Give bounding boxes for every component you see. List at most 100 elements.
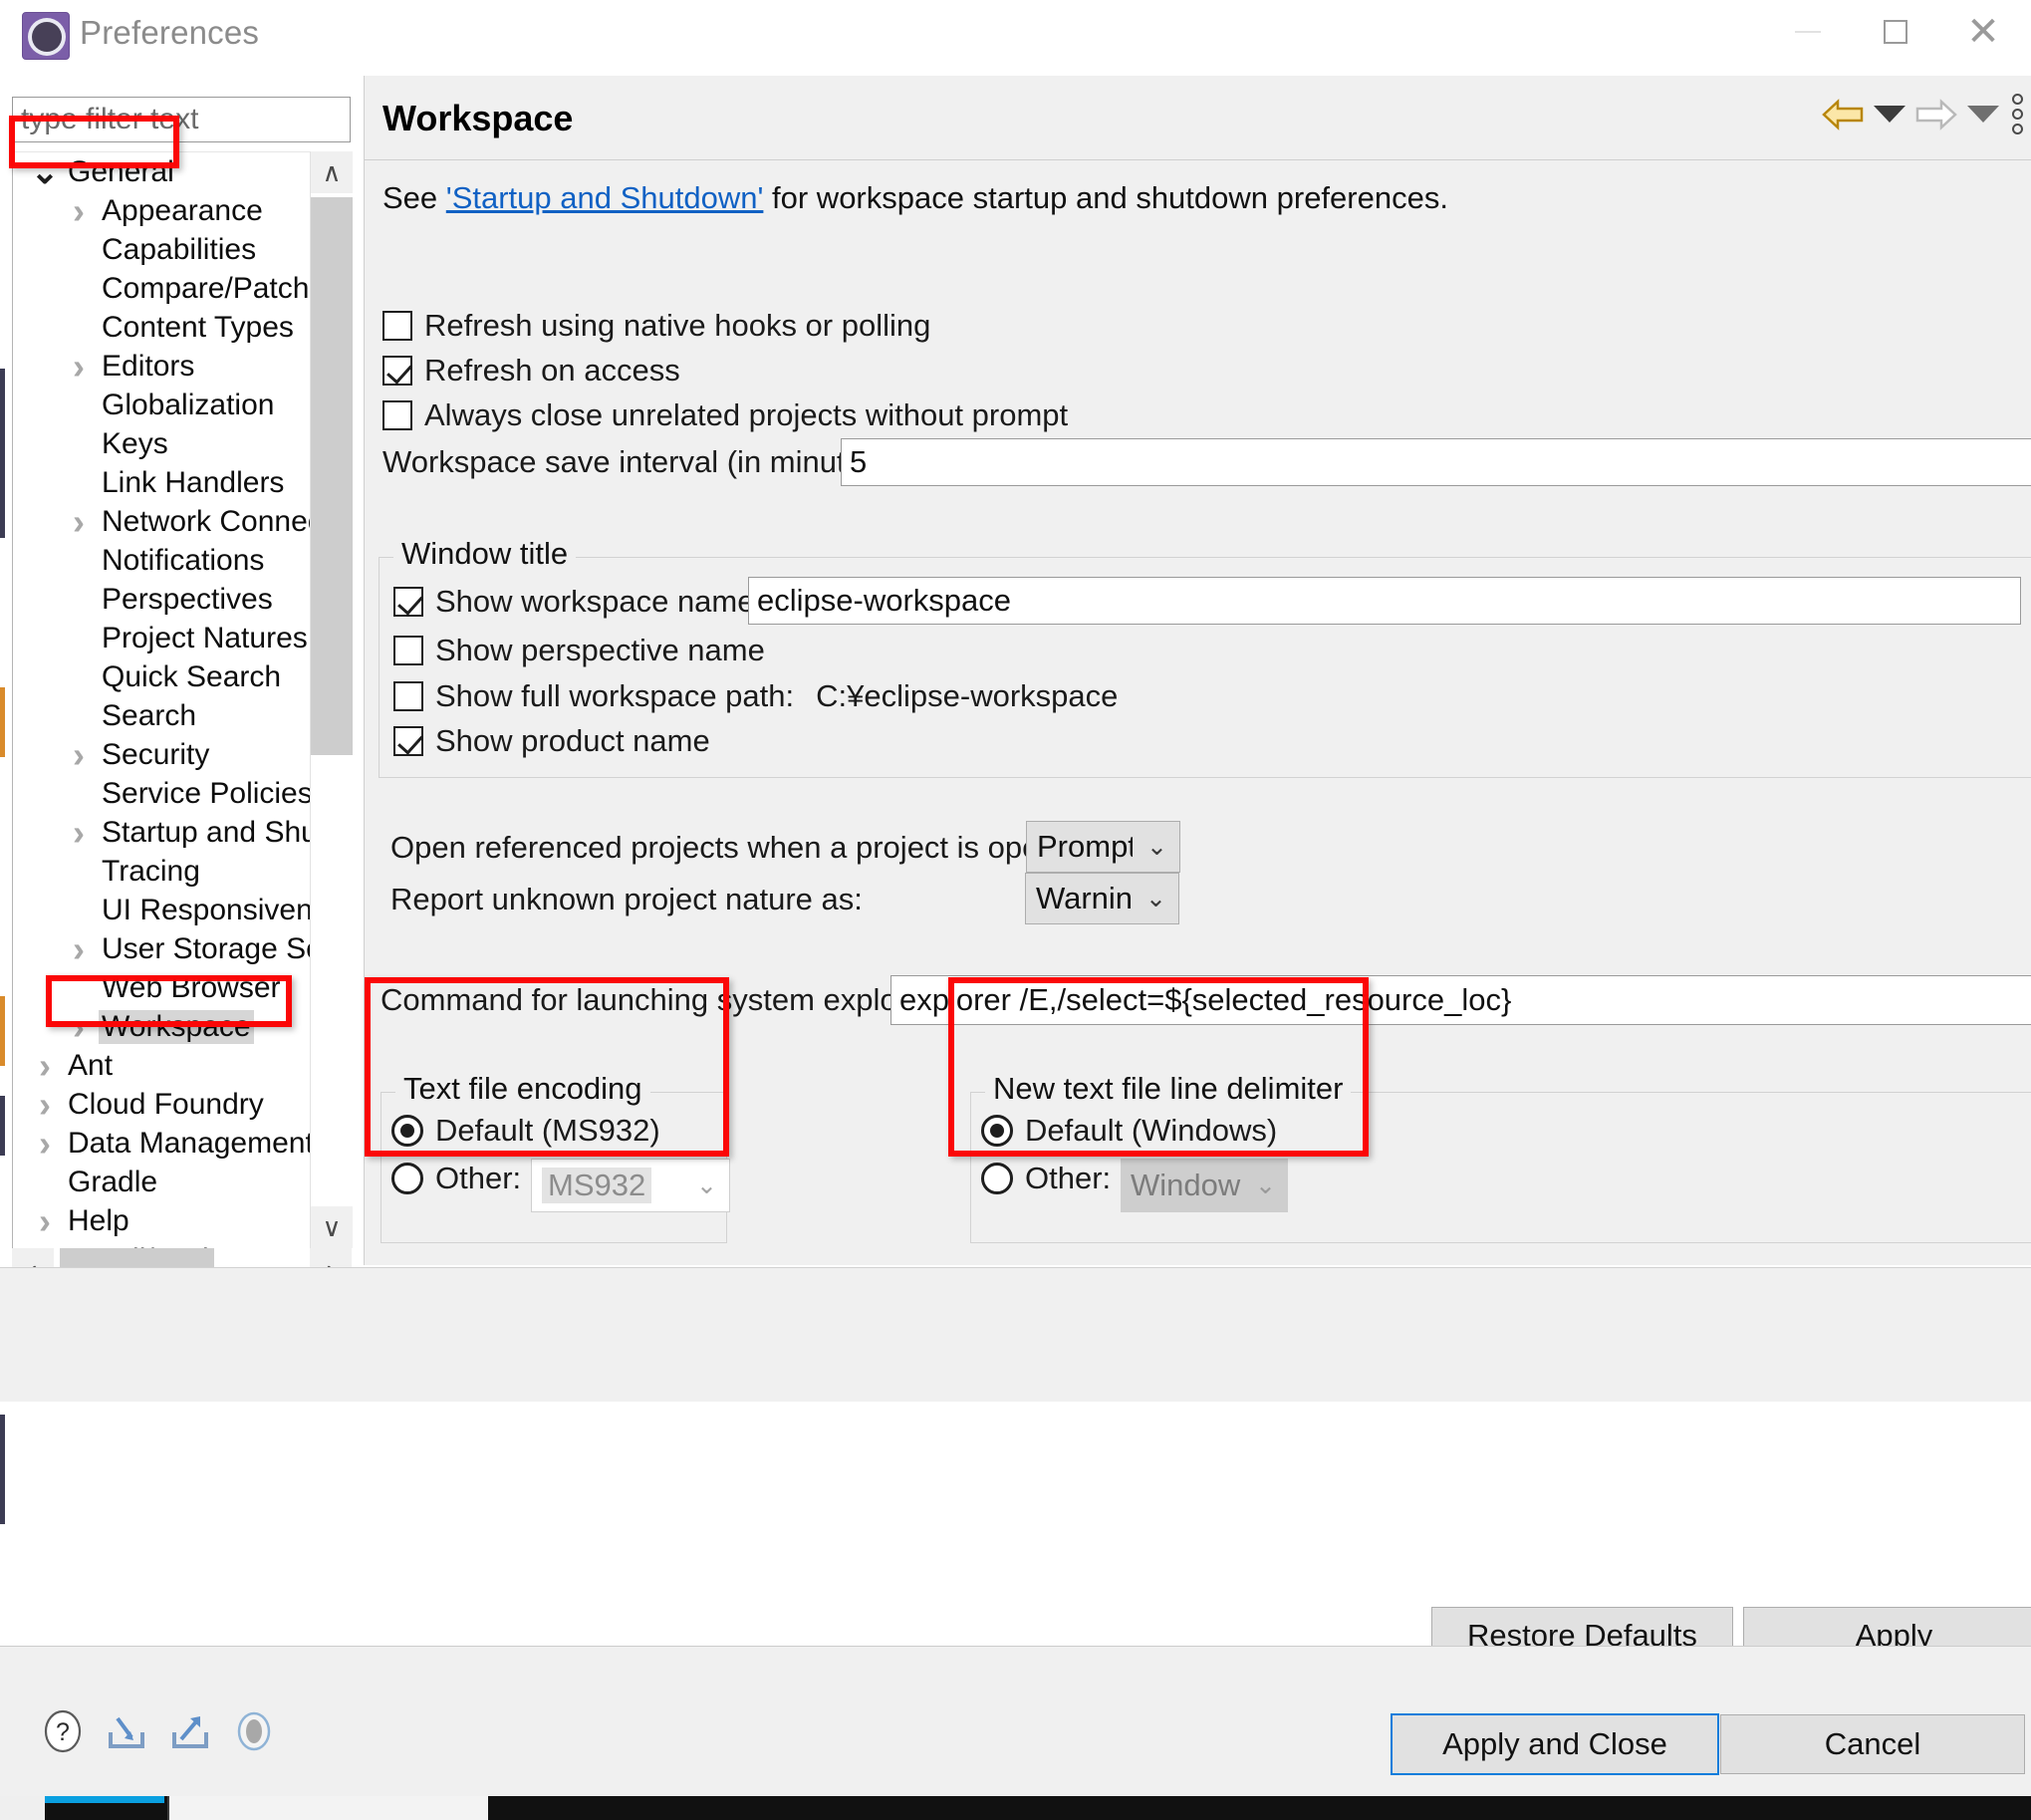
workspace-name-input[interactable]: eclipse-workspace bbox=[748, 577, 2021, 625]
save-interval-input[interactable]: 5 bbox=[841, 438, 2031, 486]
tree-item-content-types[interactable]: Content Types bbox=[13, 308, 324, 347]
tree-item-label: Service Policies bbox=[102, 776, 313, 810]
nav-forward-menu-button[interactable] bbox=[1966, 96, 2000, 133]
search-input[interactable]: type filter text bbox=[12, 97, 351, 142]
taskbar-middle bbox=[169, 1796, 488, 1820]
tree-item-keys[interactable]: Keys bbox=[13, 424, 324, 463]
tree-item-perspectives[interactable]: Perspectives bbox=[13, 580, 324, 619]
radio-delimiter-default[interactable]: Default (Windows) bbox=[981, 1113, 1277, 1149]
tree-item-general[interactable]: ⌄ General bbox=[13, 152, 324, 191]
resize-grip-icon[interactable] bbox=[231, 1708, 277, 1754]
chevron-right-icon[interactable]: › bbox=[65, 192, 93, 228]
text-file-encoding-group-label: Text file encoding bbox=[395, 1071, 650, 1107]
checkbox-box bbox=[382, 311, 412, 341]
import-icon[interactable] bbox=[104, 1708, 149, 1754]
tree-item-editors[interactable]: › Editors bbox=[13, 347, 324, 386]
tree-item-cloud-foundry[interactable]: › Cloud Foundry bbox=[13, 1085, 324, 1124]
radio-encoding-other[interactable]: Other: bbox=[391, 1161, 521, 1196]
tree-item-tracing[interactable]: Tracing bbox=[13, 852, 324, 891]
tree-item-web-browser[interactable]: Web Browser bbox=[13, 968, 324, 1007]
explorer-command-value: explorer /E,/select=${selected_resource_… bbox=[899, 982, 1512, 1017]
tree-item-link-handlers[interactable]: Link Handlers bbox=[13, 463, 324, 502]
tree-item-security[interactable]: › Security bbox=[13, 735, 324, 774]
report-nature-dropdown[interactable]: Warning ⌄ bbox=[1025, 873, 1179, 924]
chevron-right-icon[interactable]: › bbox=[31, 1086, 59, 1122]
tree-item-label: Tracing bbox=[102, 854, 200, 888]
nav-back-button[interactable] bbox=[1821, 96, 1865, 133]
checkbox-label: Show product name bbox=[435, 723, 710, 758]
radio-delimiter-other[interactable]: Other: bbox=[981, 1161, 1111, 1196]
tree-item-workspace[interactable]: › Workspace bbox=[13, 1007, 324, 1046]
tree-item-compare-patch[interactable]: Compare/Patch bbox=[13, 269, 324, 308]
tree-vertical-scrollbar-thumb[interactable] bbox=[311, 197, 353, 755]
tree-item-notifications[interactable]: Notifications bbox=[13, 541, 324, 580]
chevron-right-icon[interactable]: › bbox=[65, 503, 93, 539]
export-icon[interactable] bbox=[167, 1708, 213, 1754]
tree-item-globalization[interactable]: Globalization bbox=[13, 386, 324, 424]
minimize-button[interactable] bbox=[1764, 0, 1852, 64]
tree-item-label: Content Types bbox=[102, 310, 294, 344]
open-referenced-dropdown[interactable]: Prompt ⌄ bbox=[1026, 821, 1180, 873]
apply-and-close-button[interactable]: Apply and Close bbox=[1391, 1713, 1719, 1775]
tree-item-data-management[interactable]: › Data Management bbox=[13, 1124, 324, 1163]
close-icon: ✕ bbox=[1966, 10, 2000, 54]
tree-item-user-storage-serv[interactable]: › User Storage Serv bbox=[13, 929, 348, 968]
tree-item-startup-and-shutd[interactable]: › Startup and Shutd bbox=[13, 813, 343, 852]
preferences-tree[interactable]: ⌄ General › Appearance Capabilities Compare/P… bbox=[12, 151, 351, 1248]
chevron-right-icon[interactable]: › bbox=[65, 930, 93, 966]
help-icon[interactable]: ? bbox=[40, 1708, 86, 1754]
checkbox-box bbox=[382, 400, 412, 430]
chevron-right-icon[interactable]: › bbox=[31, 1202, 59, 1238]
tree-vertical-scrollbar[interactable]: ∧ ∨ bbox=[310, 151, 353, 1248]
tree-item-search[interactable]: Search bbox=[13, 696, 324, 735]
chevron-down-icon[interactable]: ⌄ bbox=[31, 155, 60, 189]
report-nature-value: Warning bbox=[1036, 881, 1133, 915]
tree-item-label: Keys bbox=[102, 426, 168, 460]
chevron-right-icon[interactable]: › bbox=[65, 736, 93, 772]
chevron-right-icon[interactable]: › bbox=[31, 1047, 59, 1083]
chevron-right-icon[interactable]: › bbox=[65, 1008, 93, 1044]
window-title-group-label: Window title bbox=[393, 536, 577, 572]
explorer-command-input[interactable]: explorer /E,/select=${selected_resource_… bbox=[890, 975, 2031, 1025]
tree-item-project-natures[interactable]: Project Natures bbox=[13, 619, 324, 657]
tree-scroll-up-button[interactable]: ∧ bbox=[311, 151, 353, 193]
tree-item-help[interactable]: › Help bbox=[13, 1201, 324, 1240]
tree-item-appearance[interactable]: › Appearance bbox=[13, 191, 324, 230]
startup-and-shutdown-link[interactable]: 'Startup and Shutdown' bbox=[446, 180, 764, 215]
cancel-button[interactable]: Cancel bbox=[1720, 1714, 2025, 1774]
encoding-other-value: MS932 bbox=[542, 1168, 652, 1203]
tree-item-ant[interactable]: › Ant bbox=[13, 1046, 324, 1085]
delimiter-other-dropdown[interactable]: Windows ⌄ bbox=[1121, 1159, 1288, 1212]
maximize-button[interactable] bbox=[1852, 0, 1939, 64]
see-prefix: See bbox=[382, 180, 446, 215]
tree-item-label: Notifications bbox=[102, 543, 265, 577]
encoding-other-dropdown[interactable]: MS932 ⌄ bbox=[531, 1159, 730, 1212]
preference-page-body: See 'Startup and Shutdown' for workspace… bbox=[365, 160, 2031, 1265]
checkbox-refresh-native-hooks[interactable]: Refresh using native hooks or polling bbox=[382, 308, 930, 344]
chevron-right-icon[interactable]: › bbox=[65, 814, 93, 850]
checkbox-refresh-on-access[interactable]: Refresh on access bbox=[382, 353, 680, 389]
tree-item-ui-responsiveness[interactable]: UI Responsiveness bbox=[13, 891, 351, 929]
tree-item-network-connecti[interactable]: › Network Connecti bbox=[13, 502, 338, 541]
checkbox-show-workspace-name[interactable]: Show workspace name: bbox=[393, 584, 763, 620]
eclipse-gear-icon bbox=[22, 12, 70, 60]
close-button[interactable]: ✕ bbox=[1939, 0, 2027, 64]
tree-item-capabilities[interactable]: Capabilities bbox=[13, 230, 324, 269]
chevron-right-icon[interactable]: › bbox=[65, 348, 93, 384]
nav-back-menu-button[interactable] bbox=[1873, 96, 1906, 133]
tree-item-label: Data Management bbox=[68, 1126, 314, 1160]
checkbox-show-perspective-name[interactable]: Show perspective name bbox=[393, 633, 765, 668]
checkbox-show-full-workspace-path[interactable]: Show full workspace path: C:¥eclipse-wor… bbox=[393, 678, 1118, 714]
tree-item-service-policies[interactable]: Service Policies bbox=[13, 774, 324, 813]
tree-item-label: Editors bbox=[102, 349, 195, 383]
tree-item-quick-search[interactable]: Quick Search bbox=[13, 657, 324, 696]
checkbox-always-close-unrelated[interactable]: Always close unrelated projects without … bbox=[382, 397, 1068, 433]
checkbox-show-product-name[interactable]: Show product name bbox=[393, 723, 710, 759]
tree-scroll-down-button[interactable]: ∨ bbox=[311, 1206, 353, 1248]
radio-encoding-default[interactable]: Default (MS932) bbox=[391, 1113, 660, 1149]
chevron-right-icon[interactable]: › bbox=[31, 1125, 59, 1161]
more-options-icon[interactable] bbox=[2012, 94, 2023, 134]
tree-item-install-update[interactable]: ›Install/Update bbox=[13, 1240, 324, 1248]
nav-forward-button[interactable] bbox=[1914, 96, 1958, 133]
tree-item-gradle[interactable]: Gradle bbox=[13, 1163, 324, 1201]
